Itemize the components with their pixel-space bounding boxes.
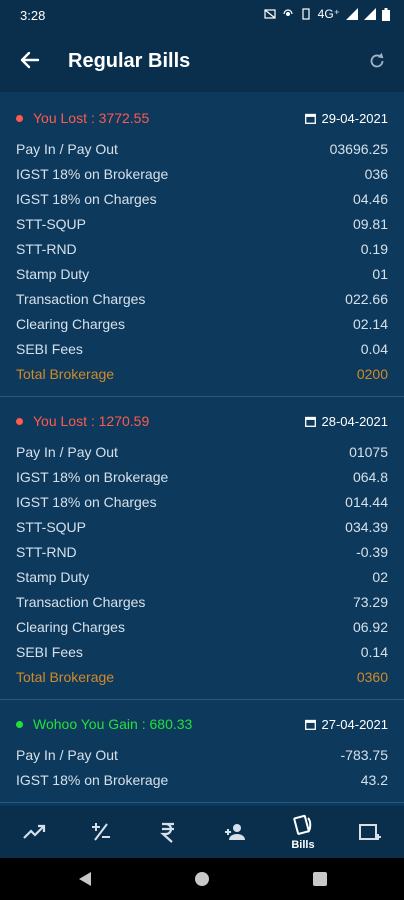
trending-up-icon (22, 824, 45, 839)
rupee-icon (160, 822, 175, 843)
nav-rupee[interactable] (143, 806, 193, 858)
app-bar: Regular Bills (0, 30, 404, 92)
bill-row: STT-SQUP 09.81 (16, 215, 388, 232)
bill-status: You Lost : 3772.55 (16, 110, 149, 126)
bill-row: STT-SQUP 034.39 (16, 518, 388, 535)
bill-date: 28-04-2021 (304, 413, 389, 429)
status-icons: 4G⁺ (264, 7, 390, 21)
bills-list[interactable]: You Lost : 3772.55 29-04-2021 Pay In / P… (0, 94, 404, 806)
status-text: Wohoo You Gain : 680.33 (33, 716, 193, 732)
bottom-nav: Bills (0, 806, 404, 858)
bill-row: Transaction Charges 73.29 (16, 593, 388, 610)
back-nav-icon[interactable] (76, 870, 94, 888)
bill-row: STT-RND -0.39 (16, 543, 388, 560)
nav-add-box[interactable] (345, 806, 395, 858)
status-dot (16, 417, 23, 425)
nav-people[interactable] (211, 806, 261, 858)
bill-row: STT-RND 0.19 (16, 240, 388, 257)
bill-date: 29-04-2021 (304, 110, 389, 126)
bill-row: IGST 18% on Brokerage 064.8 (16, 468, 388, 485)
bill-card[interactable]: You Lost : 3772.55 29-04-2021 Pay In / P… (0, 94, 404, 397)
status-text: You Lost : 1270.59 (33, 413, 150, 429)
refresh-icon[interactable] (366, 50, 388, 72)
date-text: 28-04-2021 (321, 413, 389, 429)
total-brokerage-row: Total Brokerage 0200 (16, 365, 388, 382)
status-time: 3:28 (20, 8, 46, 23)
calendar-icon (304, 113, 316, 124)
status-dot (16, 720, 23, 728)
calendar-icon (304, 416, 316, 427)
bill-card[interactable]: You Lost : 1270.59 28-04-2021 Pay In / P… (0, 397, 404, 700)
bill-row: IGST 18% on Brokerage 43.2 (16, 771, 388, 788)
nav-trending[interactable] (9, 806, 59, 858)
battery-icon (382, 7, 390, 21)
bill-row: Clearing Charges 02.14 (16, 315, 388, 332)
bill-row: Pay In / Pay Out 01075 (16, 443, 388, 460)
signal-icon (346, 8, 358, 20)
nav-bills-label: Bills (291, 839, 315, 851)
network-type: 4G⁺ (317, 7, 340, 21)
people-icon (224, 824, 245, 840)
status-dot (16, 114, 23, 122)
bill-row: Stamp Duty 02 (16, 568, 388, 585)
bill-row: IGST 18% on Charges 014.44 (16, 493, 388, 510)
system-nav-bar (0, 858, 404, 900)
calendar-icon (304, 719, 316, 730)
bill-row: Pay In / Pay Out -783.75 (16, 746, 388, 763)
bill-row: IGST 18% on Charges 04.46 (16, 190, 388, 207)
notification-icon (264, 9, 276, 19)
plus-minus-icon (91, 823, 110, 841)
bill-row: Pay In / Pay Out 03696.25 (16, 140, 388, 157)
page-title: Regular Bills (68, 50, 191, 72)
back-arrow-icon[interactable] (18, 48, 42, 72)
bill-date: 27-04-2021 (304, 716, 389, 732)
vibrate-icon (302, 8, 310, 20)
bill-row: SEBI Fees 0.04 (16, 340, 388, 357)
bill-card[interactable]: Wohoo You Gain : 680.33 27-04-2021 Pay I… (0, 700, 404, 803)
bills-icon (293, 814, 312, 835)
bill-row: SEBI Fees 0.14 (16, 643, 388, 660)
bill-status: You Lost : 1270.59 (16, 413, 149, 429)
status-text: You Lost : 3772.55 (33, 110, 150, 126)
home-nav-icon[interactable] (193, 870, 211, 888)
nav-plus-minus[interactable] (76, 806, 126, 858)
add-box-icon (359, 824, 382, 840)
status-bar: 3:28 4G⁺ (0, 0, 404, 30)
signal-2-icon (364, 8, 376, 20)
total-brokerage-row: Total Brokerage 0360 (16, 668, 388, 685)
bill-row: IGST 18% on Brokerage 036 (16, 165, 388, 182)
bill-row: Transaction Charges 022.66 (16, 290, 388, 307)
recents-nav-icon[interactable] (311, 870, 329, 888)
hotspot-icon (283, 9, 293, 16)
bill-status: Wohoo You Gain : 680.33 (16, 716, 192, 732)
bill-row: Clearing Charges 06.92 (16, 618, 388, 635)
nav-bills[interactable]: Bills (278, 806, 328, 858)
date-text: 27-04-2021 (321, 716, 389, 732)
date-text: 29-04-2021 (321, 110, 389, 126)
bill-row: Stamp Duty 01 (16, 265, 388, 282)
